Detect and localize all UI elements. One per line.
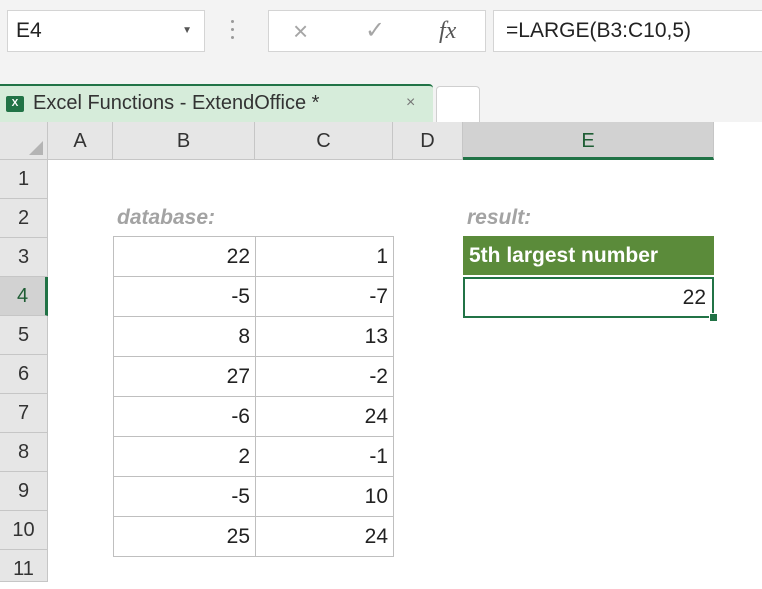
column-header-b[interactable]: B [113, 122, 255, 160]
workbook-tab-title: Excel Functions - ExtendOffice * [33, 92, 320, 114]
row-header-7[interactable]: 7 [0, 394, 48, 433]
cell-c4[interactable]: -7 [255, 276, 394, 317]
cell-b7[interactable]: -6 [113, 396, 256, 437]
cell-c8[interactable]: -1 [255, 436, 394, 477]
result-header-cell[interactable]: 5th largest number [463, 236, 714, 275]
cell-c9[interactable]: 10 [255, 476, 394, 517]
result-label: result: [467, 206, 532, 229]
table-row: 2 -1 [113, 436, 394, 477]
database-label: database: [117, 206, 216, 229]
insert-function-icon[interactable]: fx [439, 11, 456, 51]
tab-strip: X Excel Functions - ExtendOffice * × [0, 78, 762, 122]
table-row: -5 10 [113, 476, 394, 517]
table-row: -6 24 [113, 396, 394, 437]
cell-c6[interactable]: -2 [255, 356, 394, 397]
row-header-4[interactable]: 4 [0, 277, 48, 316]
table-row: 25 24 [113, 516, 394, 557]
column-header-c[interactable]: C [255, 122, 393, 160]
cell-c7[interactable]: 24 [255, 396, 394, 437]
row-header-5[interactable]: 5 [0, 316, 48, 355]
cell-c10[interactable]: 24 [255, 516, 394, 557]
enter-check-icon[interactable]: ✓ [365, 11, 385, 51]
cell-b8[interactable]: 2 [113, 436, 256, 477]
spreadsheet-grid[interactable]: A B C D E 1 2 3 4 5 6 7 8 9 10 11 databa… [0, 122, 762, 582]
result-value-cell[interactable]: 22 [463, 277, 714, 318]
row-header-2[interactable]: 2 [0, 199, 48, 238]
fill-handle[interactable] [709, 313, 718, 322]
new-tab-button[interactable] [436, 86, 480, 122]
cell-b3[interactable]: 22 [113, 236, 256, 277]
cell-b10[interactable]: 25 [113, 516, 256, 557]
formula-buttons: × ✓ fx [268, 10, 486, 52]
row-header-8[interactable]: 8 [0, 433, 48, 472]
cancel-icon[interactable]: × [293, 11, 308, 51]
excel-icon: X [6, 96, 24, 112]
cell-c3[interactable]: 1 [255, 236, 394, 277]
table-row: 8 13 [113, 316, 394, 357]
cell-b5[interactable]: 8 [113, 316, 256, 357]
workbook-tab[interactable]: X Excel Functions - ExtendOffice * × [0, 84, 433, 122]
table-row: 22 1 [113, 236, 394, 277]
database-table: 22 1 -5 -7 8 13 27 -2 -6 24 2 -1 -5 10 2… [113, 236, 394, 557]
cell-c5[interactable]: 13 [255, 316, 394, 357]
table-row: -5 -7 [113, 276, 394, 317]
select-all-corner[interactable] [0, 122, 48, 160]
cell-b4[interactable]: -5 [113, 276, 256, 317]
row-header-1[interactable]: 1 [0, 160, 48, 199]
cell-b9[interactable]: -5 [113, 476, 256, 517]
close-icon[interactable]: × [406, 86, 415, 120]
chevron-down-icon[interactable]: ▼ [182, 11, 192, 51]
column-header-e[interactable]: E [463, 122, 714, 160]
column-header-d[interactable]: D [393, 122, 463, 160]
row-header-9[interactable]: 9 [0, 472, 48, 511]
table-row: 27 -2 [113, 356, 394, 397]
cell-b6[interactable]: 27 [113, 356, 256, 397]
row-header-10[interactable]: 10 [0, 511, 48, 550]
row-header-11[interactable]: 11 [0, 550, 48, 582]
row-header-6[interactable]: 6 [0, 355, 48, 394]
name-box[interactable]: E4 ▼ [7, 10, 205, 52]
column-header-a[interactable]: A [48, 122, 113, 160]
formula-bar: E4 ▼ × ✓ fx =LARGE(B3:C10,5) [0, 0, 762, 78]
formula-input[interactable]: =LARGE(B3:C10,5) [493, 10, 762, 52]
name-box-value: E4 [16, 19, 42, 42]
drag-grip-icon[interactable] [231, 20, 235, 42]
row-header-3[interactable]: 3 [0, 238, 48, 277]
